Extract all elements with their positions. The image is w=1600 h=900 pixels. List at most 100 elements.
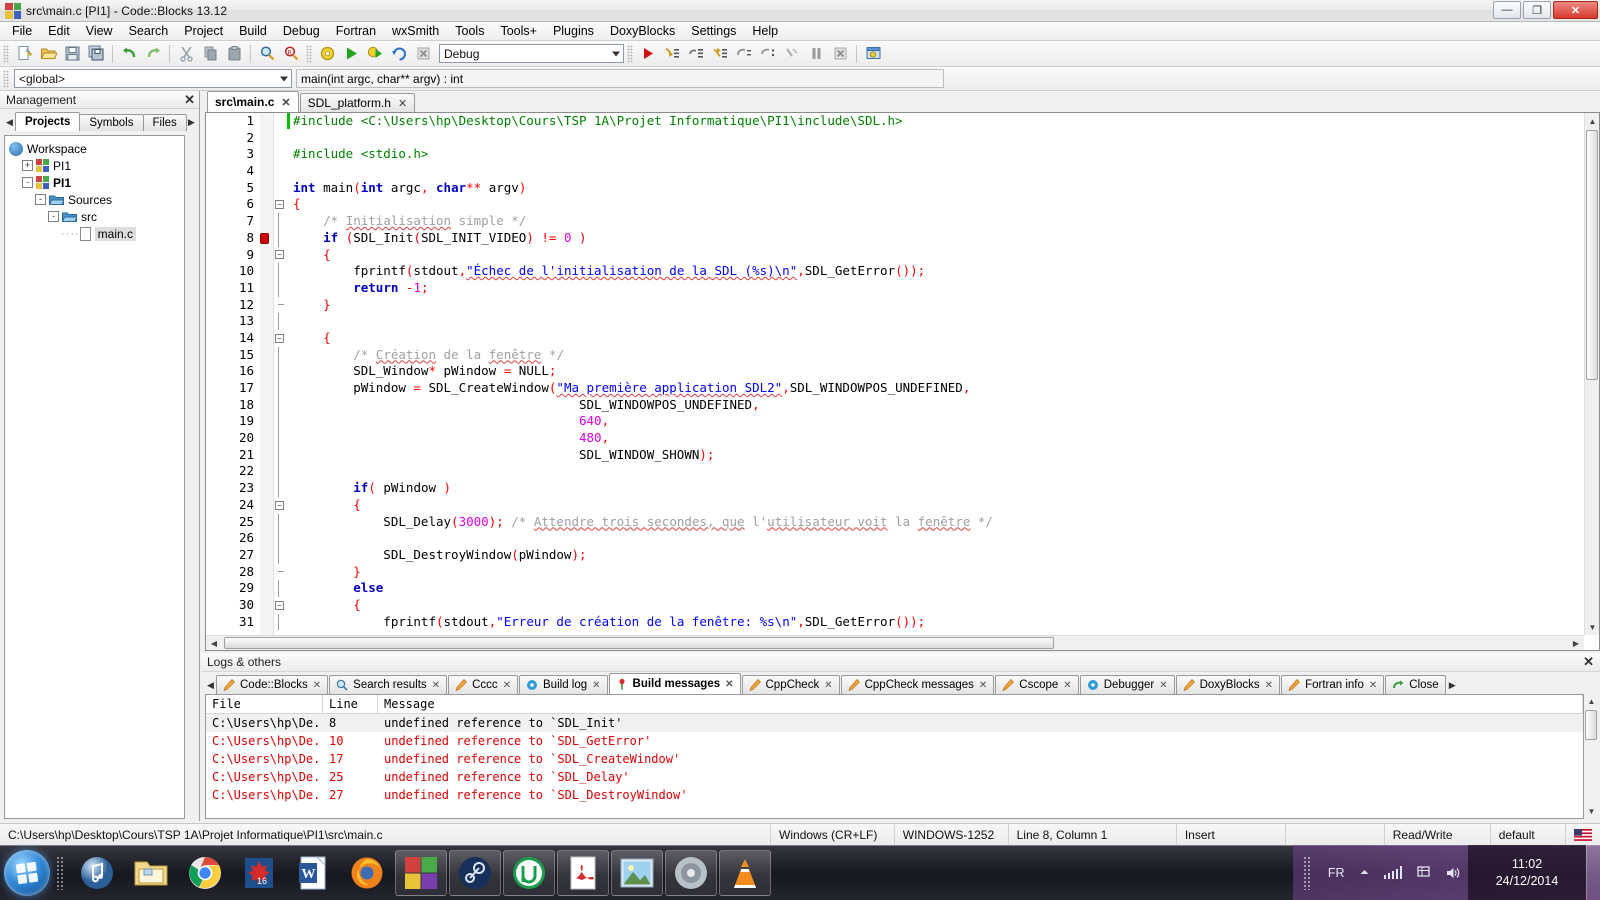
menu-item-file[interactable]: File (4, 22, 40, 40)
code-line[interactable]: fprintf(stdout,"Erreur de création de la… (292, 614, 1584, 631)
tabs-next-icon[interactable]: ▶ (186, 114, 197, 131)
close-button[interactable]: ✕ (1553, 1, 1598, 19)
column-header-message[interactable]: Message (378, 695, 1583, 713)
breakpoint-icon[interactable] (260, 232, 269, 244)
toolbar-grip[interactable] (3, 69, 9, 88)
taskbar-maple-icon[interactable]: 16 (233, 850, 285, 896)
toolbar-grip[interactable] (627, 44, 633, 63)
gutter-marker[interactable] (260, 363, 273, 380)
code-line[interactable]: fprintf(stdout,"Échec de l'initialisatio… (292, 263, 1584, 280)
fold-marker[interactable] (274, 346, 292, 364)
speaker-icon[interactable] (1445, 866, 1461, 880)
gutter-marker[interactable] (260, 413, 273, 430)
editor-vscrollbar[interactable]: ▲ ▼ (1584, 113, 1599, 635)
minimize-button[interactable]: — (1493, 1, 1521, 19)
management-tab-symbols[interactable]: Symbols (79, 114, 144, 131)
logs-tabs-prev-icon[interactable]: ◀ (205, 677, 216, 694)
logs-tab-debugger[interactable]: Debugger ✕ (1079, 675, 1175, 694)
gutter-marker[interactable] (260, 547, 273, 564)
function-combo[interactable]: main(int argc, char** argv) : int (296, 69, 944, 88)
open-file-icon[interactable] (37, 43, 59, 65)
fold-marker[interactable] (274, 480, 292, 497)
logs-vscroll-thumb[interactable] (1585, 710, 1597, 740)
pause-icon[interactable] (805, 43, 827, 65)
code-line[interactable]: 640, (292, 413, 1584, 430)
gutter-marker[interactable] (260, 146, 273, 163)
fold-marker[interactable] (274, 163, 292, 180)
logs-tab-code-blocks[interactable]: Code::Blocks ✕ (216, 675, 329, 694)
code-line[interactable]: /* Initialisation simple */ (292, 213, 1584, 230)
gutter-marker[interactable] (260, 530, 273, 547)
scope-combo[interactable]: <global> (14, 69, 292, 88)
gutter-marker[interactable] (260, 463, 273, 480)
fold-marker[interactable] (274, 213, 292, 230)
logs-tab-close-icon[interactable]: ✕ (592, 680, 600, 691)
gutter-marker[interactable] (260, 447, 273, 464)
table-row[interactable]: C:\Users\hp\De... 17 undefined reference t… (206, 750, 1583, 768)
logs-tab-fortran-info[interactable]: Fortran info ✕ (1281, 675, 1385, 694)
taskbar-audio-icon[interactable] (665, 849, 717, 896)
save-all-icon[interactable] (85, 43, 107, 65)
gutter-marker[interactable] (260, 313, 273, 330)
new-file-icon[interactable] (13, 43, 35, 65)
logs-tab-doxyblocks[interactable]: DoxyBlocks ✕ (1175, 675, 1281, 694)
breakpoint-marker[interactable] (260, 230, 273, 247)
fold-marker[interactable] (274, 513, 292, 531)
taskbar-codeblocks-icon[interactable] (395, 849, 447, 896)
code-line[interactable]: } (292, 564, 1584, 581)
code-line[interactable]: #include <stdio.h> (292, 146, 1584, 163)
logs-close-icon[interactable]: ✕ (1583, 654, 1594, 670)
cut-icon[interactable] (175, 43, 197, 65)
fold-marker[interactable] (274, 263, 292, 280)
copy-icon[interactable] (199, 43, 221, 65)
gutter-marker[interactable] (260, 263, 273, 280)
fold-marker[interactable] (274, 380, 292, 397)
build-and-run-icon[interactable] (364, 43, 386, 65)
fold-marker[interactable] (274, 146, 292, 163)
logs-tab-close-icon[interactable]: ✕ (824, 680, 832, 691)
tree-node-pi1[interactable]: + PI1 (7, 157, 182, 174)
show-desktop-button[interactable] (1586, 845, 1600, 900)
vscroll-down-icon[interactable]: ▼ (1585, 619, 1599, 635)
gutter-marker[interactable] (260, 614, 273, 631)
code-line[interactable]: pWindow = SDL_CreateWindow("Ma première … (292, 380, 1584, 397)
code-line[interactable] (292, 313, 1584, 330)
build-icon[interactable] (316, 43, 338, 65)
menu-item-settings[interactable]: Settings (683, 22, 744, 40)
logs-tab-close-icon[interactable]: ✕ (979, 680, 987, 691)
collapse-icon[interactable]: - (22, 177, 33, 188)
editor-tab-src-main-c[interactable]: src\main.c ✕ (207, 91, 299, 112)
fold-marker[interactable] (274, 297, 292, 314)
editor-tab-sdl-platform-h[interactable]: SDL_platform.h ✕ (299, 93, 416, 112)
fold-marker[interactable]: − (274, 497, 292, 514)
menu-item-fortran[interactable]: Fortran (328, 22, 384, 40)
gutter-marker[interactable] (260, 297, 273, 314)
code-line[interactable] (292, 163, 1584, 180)
collapse-icon[interactable]: - (48, 211, 59, 222)
debug-continue-icon[interactable] (637, 43, 659, 65)
code-line[interactable]: 480, (292, 430, 1584, 447)
logs-tab-close-icon[interactable]: ✕ (503, 680, 511, 691)
vscroll-thumb[interactable] (1586, 130, 1598, 380)
step-out-icon[interactable] (709, 43, 731, 65)
project-tree[interactable]: Workspace + PI1- PI1- Sources - src ···· main.c (4, 135, 185, 819)
redo-icon[interactable] (142, 43, 164, 65)
tray-grip[interactable] (1302, 855, 1311, 890)
menu-item-help[interactable]: Help (744, 22, 786, 40)
next-instruction-icon[interactable] (733, 43, 755, 65)
fold-collapse-icon[interactable]: − (275, 250, 284, 260)
code-line[interactable]: { (292, 196, 1584, 213)
fold-marker[interactable]: − (274, 330, 292, 347)
code-line[interactable]: if (SDL_Init(SDL_INIT_VIDEO) != 0 ) (292, 230, 1584, 247)
editor-tab-close-icon[interactable]: ✕ (398, 97, 407, 110)
breakpoint-gutter[interactable] (260, 113, 274, 635)
table-row[interactable]: C:\Users\hp\De... 10 undefined reference t… (206, 732, 1583, 750)
tree-node-sources[interactable]: - Sources (7, 191, 182, 208)
build-target-combo[interactable]: Debug (439, 44, 624, 63)
gutter-marker[interactable] (260, 213, 273, 230)
tree-node-src[interactable]: - src (7, 208, 182, 225)
code-line[interactable] (292, 463, 1584, 480)
menu-item-view[interactable]: View (78, 22, 121, 40)
taskbar-itunes-icon[interactable] (71, 850, 123, 896)
stop-debugger-icon[interactable] (829, 43, 851, 65)
